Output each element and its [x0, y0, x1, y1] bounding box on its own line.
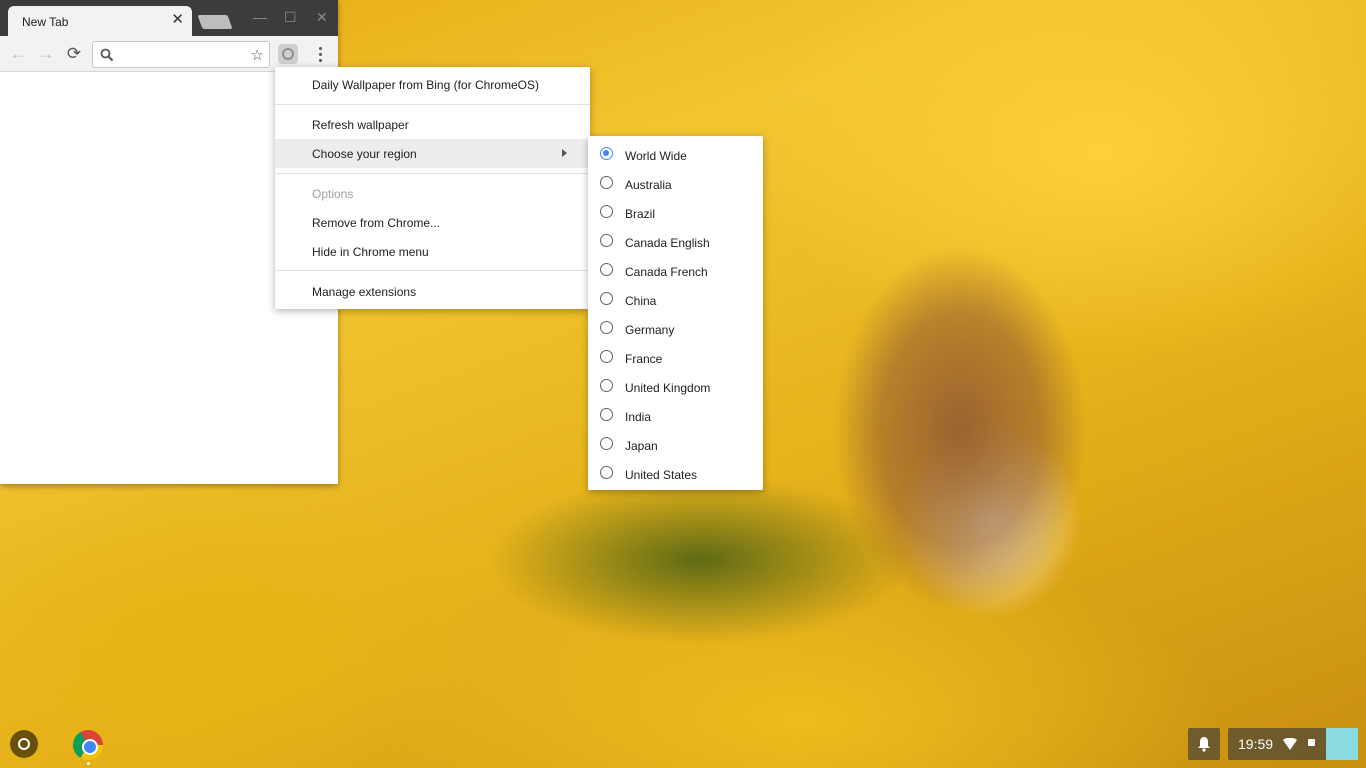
region-item-brazil[interactable]: Brazil [588, 197, 763, 226]
radio-icon [600, 176, 613, 189]
menu-item-refresh-wallpaper[interactable]: Refresh wallpaper [275, 110, 590, 139]
more-menu-icon[interactable] [312, 44, 328, 64]
radio-icon [600, 234, 613, 247]
extension-context-menu: Daily Wallpaper from Bing (for ChromeOS)… [275, 67, 590, 309]
region-item-world-wide[interactable]: World Wide [588, 139, 763, 168]
region-label: Germany [625, 323, 675, 337]
launcher-button[interactable] [10, 730, 38, 758]
region-label: Australia [625, 178, 672, 192]
region-label: World Wide [625, 149, 687, 163]
menu-item-extension-name[interactable]: Daily Wallpaper from Bing (for ChromeOS) [275, 70, 590, 99]
radio-icon [600, 350, 613, 363]
menu-item-choose-region[interactable]: Choose your region [275, 139, 590, 168]
title-bar: New Tab ✕ — ☐ ✕ [0, 0, 338, 36]
region-item-china[interactable]: China [588, 284, 763, 313]
tab-new-tab[interactable]: New Tab ✕ [8, 6, 192, 36]
menu-item-manage-extensions[interactable]: Manage extensions [275, 277, 590, 306]
omnibox[interactable]: ☆ [92, 41, 270, 68]
submenu-arrow-icon [562, 149, 567, 157]
radio-icon [600, 321, 613, 334]
menu-item-label: Refresh wallpaper [312, 118, 409, 132]
battery-icon [1308, 739, 1315, 746]
menu-divider [275, 270, 590, 271]
menu-item-remove-from-chrome[interactable]: Remove from Chrome... [275, 208, 590, 237]
region-submenu: World Wide Australia Brazil Canada Engli… [588, 136, 763, 490]
region-item-germany[interactable]: Germany [588, 313, 763, 342]
region-item-canada-english[interactable]: Canada English [588, 226, 763, 255]
menu-item-label: Remove from Chrome... [312, 216, 441, 230]
region-label: France [625, 352, 663, 366]
region-label: United States [625, 468, 698, 482]
menu-item-options: Options [275, 179, 590, 208]
radio-icon [600, 466, 613, 479]
region-item-france[interactable]: France [588, 342, 763, 371]
radio-icon [600, 437, 613, 450]
region-label: Canada French [625, 265, 708, 279]
back-icon[interactable]: ← [7, 43, 29, 65]
region-item-united-states[interactable]: United States [588, 458, 763, 487]
region-item-united-kingdom[interactable]: United Kingdom [588, 371, 763, 400]
notifications-button[interactable] [1188, 728, 1220, 760]
region-label: Japan [625, 439, 658, 453]
region-item-india[interactable]: India [588, 400, 763, 429]
forward-icon[interactable]: → [35, 43, 57, 65]
region-item-canada-french[interactable]: Canada French [588, 255, 763, 284]
tab-close-icon[interactable]: ✕ [171, 12, 184, 28]
search-icon [100, 48, 114, 62]
region-item-australia[interactable]: Australia [588, 168, 763, 197]
reload-icon[interactable]: ⟳ [63, 43, 85, 65]
minimize-button[interactable]: — [253, 10, 267, 24]
extension-icon[interactable] [278, 44, 298, 64]
avatar[interactable] [1326, 728, 1358, 760]
new-tab-button[interactable] [197, 15, 233, 29]
region-label: Canada English [625, 236, 710, 250]
radio-checked-icon [600, 147, 613, 160]
menu-item-label: Options [312, 187, 354, 201]
menu-divider [275, 104, 590, 105]
close-window-button[interactable]: ✕ [316, 10, 328, 24]
wifi-icon [1283, 738, 1297, 750]
radio-icon [600, 292, 613, 305]
region-label: China [625, 294, 657, 308]
region-label: Brazil [625, 207, 656, 221]
tab-title: New Tab [22, 15, 69, 29]
radio-icon [600, 205, 613, 218]
status-tray[interactable]: 19:59 [1228, 728, 1358, 760]
menu-item-label: Daily Wallpaper from Bing (for ChromeOS) [312, 78, 539, 92]
region-label: United Kingdom [625, 381, 711, 395]
radio-icon [600, 379, 613, 392]
menu-divider [275, 173, 590, 174]
menu-item-label: Hide in Chrome menu [312, 245, 429, 259]
radio-icon [600, 263, 613, 276]
region-item-japan[interactable]: Japan [588, 429, 763, 458]
region-label: India [625, 410, 652, 424]
chrome-icon[interactable] [73, 730, 103, 760]
menu-item-label: Choose your region [312, 147, 417, 161]
radio-icon [600, 408, 613, 421]
bell-icon [1198, 737, 1210, 752]
star-icon[interactable]: ☆ [251, 46, 264, 64]
clock: 19:59 [1238, 736, 1274, 752]
menu-item-label: Manage extensions [312, 285, 417, 299]
running-indicator [87, 762, 90, 765]
maximize-button[interactable]: ☐ [284, 10, 297, 24]
menu-item-hide-in-menu[interactable]: Hide in Chrome menu [275, 237, 590, 266]
